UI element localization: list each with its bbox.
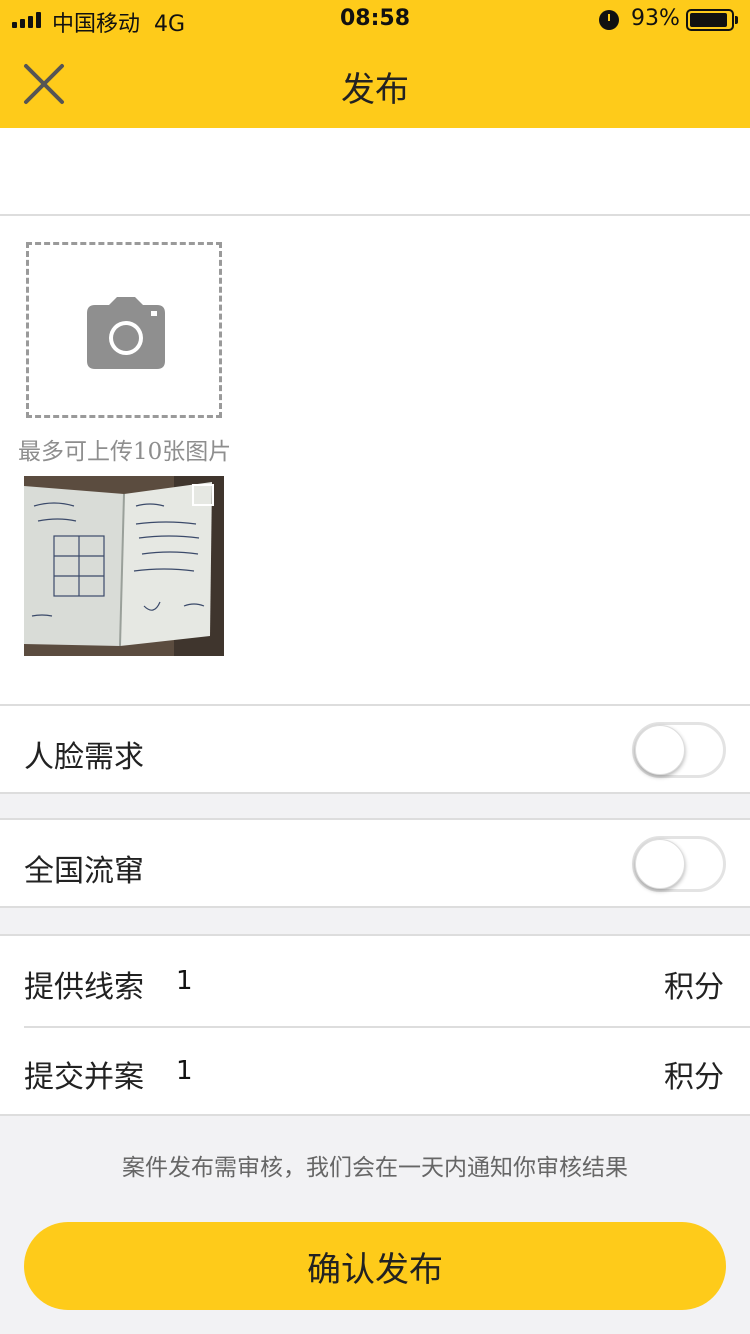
add-photo-button[interactable]: [26, 242, 222, 418]
battery-percent: 93%: [631, 6, 680, 31]
face-requirement-row: 人脸需求: [0, 704, 750, 794]
title-field: [0, 128, 750, 216]
confirm-publish-button[interactable]: 确认发布: [24, 1222, 726, 1310]
clue-points-input[interactable]: [176, 966, 596, 996]
clue-points-row: 提供线索 积分: [0, 936, 750, 1026]
nationwide-toggle[interactable]: [632, 836, 726, 892]
nav-bar: 发布: [0, 40, 750, 128]
uploaded-image-thumbnail[interactable]: [24, 476, 224, 656]
page-title: 发布: [341, 70, 409, 110]
points-label: 提供线索: [24, 970, 144, 1005]
battery-icon: [686, 9, 738, 31]
title-input[interactable]: [0, 128, 750, 214]
points-label: 提交并案: [24, 1060, 144, 1095]
nationwide-row: 全国流窜: [0, 818, 750, 908]
points-group: 提供线索 积分 提交并案 积分: [0, 934, 750, 1116]
review-note: 案件发布需审核，我们会在一天内通知你审核结果: [122, 1155, 628, 1181]
points-unit: 积分: [664, 970, 724, 1005]
upload-hint: 最多可上传10张图片: [18, 439, 232, 465]
image-select-checkbox[interactable]: [192, 484, 214, 506]
alarm-icon: [599, 10, 619, 30]
toggle-label: 人脸需求: [24, 740, 144, 775]
status-bar: 中国移动 4G 08:58 93%: [0, 0, 750, 40]
merge-points-row: 提交并案 积分: [0, 1026, 750, 1116]
face-requirement-toggle[interactable]: [632, 722, 726, 778]
merge-points-input[interactable]: [176, 1056, 596, 1086]
points-unit: 积分: [664, 1060, 724, 1095]
upload-section: 最多可上传10张图片: [0, 216, 750, 704]
toggle-label: 全国流窜: [24, 854, 144, 889]
camera-icon: [87, 297, 165, 369]
